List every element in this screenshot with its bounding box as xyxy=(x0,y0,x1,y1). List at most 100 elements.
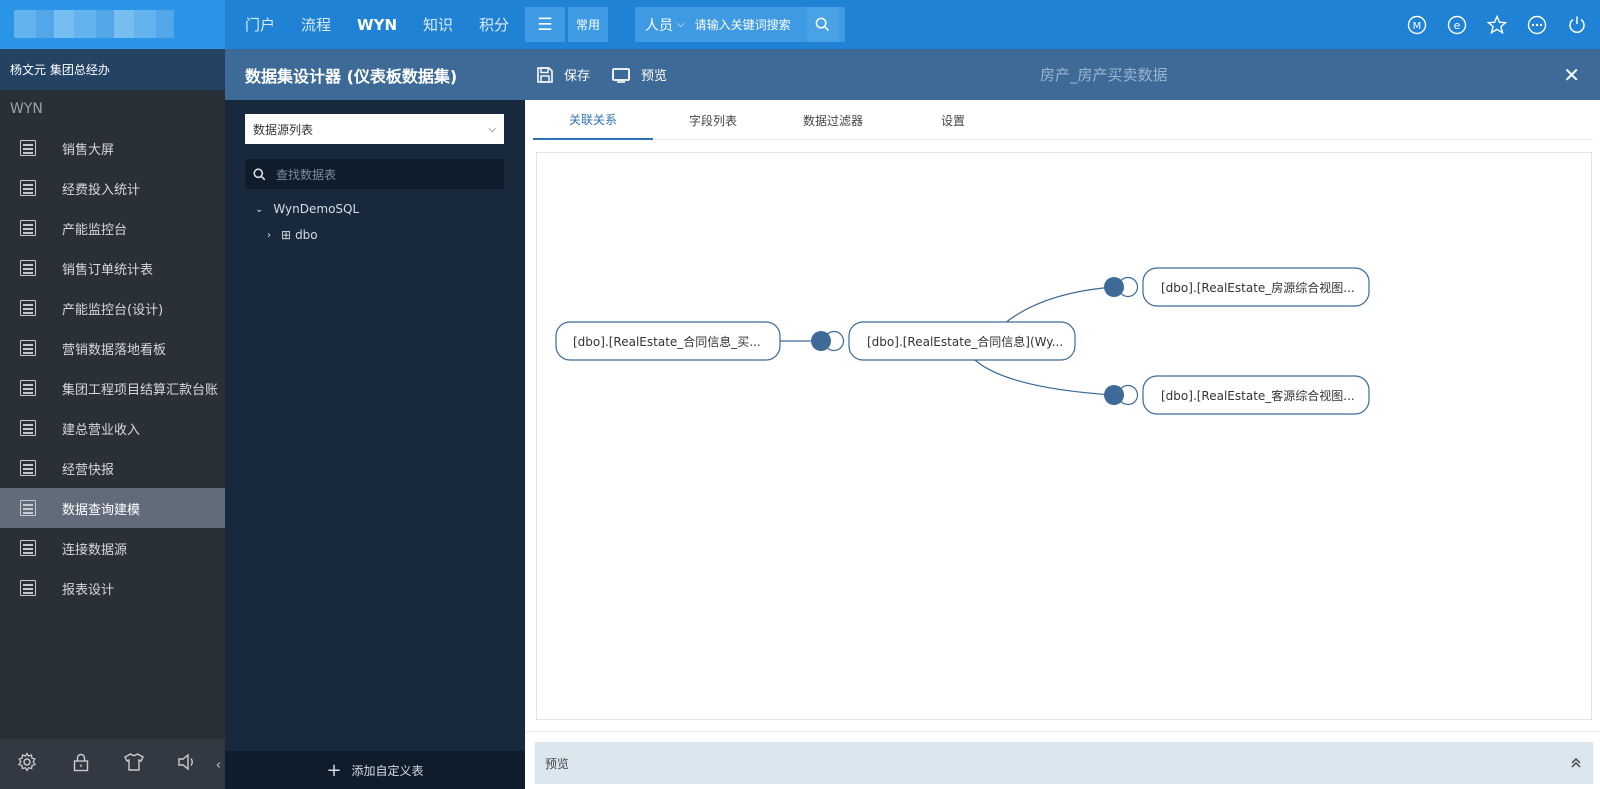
sidebar-item-sales-orders[interactable]: 销售订单统计表 xyxy=(0,248,225,288)
sidebar-item-expense-stats[interactable]: 经费投入统计 xyxy=(0,168,225,208)
designer-title: 数据集设计器 (仪表板数据集) xyxy=(245,66,458,86)
relation-canvas[interactable]: [dbo].[RealEstate_合同信息_买... [dbo].[RealE… xyxy=(536,152,1592,720)
preview-panel-label: 预览 xyxy=(545,756,570,771)
tab-data-filter[interactable]: 数据过滤器 xyxy=(773,100,893,140)
search-category-select[interactable]: 人员 ⌵ xyxy=(635,15,695,35)
search-icon xyxy=(815,17,830,32)
svg-text:e: e xyxy=(1454,19,1461,32)
sidebar-item-report-design[interactable]: 报表设计 xyxy=(0,568,225,608)
sidebar-section-title: WYN xyxy=(10,101,43,117)
add-custom-table-button[interactable]: + 添加自定义表 xyxy=(225,751,525,789)
save-button[interactable]: 保存 xyxy=(536,49,590,100)
nav-item-wyn[interactable]: WYN xyxy=(357,16,397,34)
chevron-down-icon: ⌄ xyxy=(255,203,264,215)
logo-image xyxy=(14,10,174,38)
top-bar: 门户 流程 WYN 知识 积分 ☰ 常用 人员 ⌵ 请输入关键词搜索 M e xyxy=(0,0,1600,49)
search-category-label: 人员 xyxy=(645,17,673,34)
sidebar-item-data-modeling[interactable]: 数据查询建模 xyxy=(0,488,225,528)
collapse-sidebar-icon[interactable]: ‹ xyxy=(216,758,221,773)
document-icon xyxy=(20,420,36,436)
close-icon: ✕ xyxy=(1563,62,1580,87)
logo[interactable] xyxy=(0,0,225,49)
lock-icon[interactable] xyxy=(69,752,93,777)
chevron-right-icon: › xyxy=(267,229,271,241)
m-circle-icon[interactable]: M xyxy=(1406,14,1428,36)
nav-item-knowledge[interactable]: 知识 xyxy=(423,14,453,35)
join-indicator[interactable] xyxy=(1104,276,1139,298)
datasource-tree: ⌄ WynDemoSQL › ⊞ dbo xyxy=(255,196,359,248)
table-grid-icon: ⊞ xyxy=(281,228,292,242)
hamburger-icon: ☰ xyxy=(537,14,553,35)
close-button[interactable]: ✕ xyxy=(1563,49,1580,100)
search-button[interactable] xyxy=(806,7,839,42)
sidebar-item-connect-datasource[interactable]: 连接数据源 xyxy=(0,528,225,568)
document-icon xyxy=(20,140,36,156)
search-input[interactable]: 请输入关键词搜索 xyxy=(695,16,807,33)
document-icon xyxy=(20,540,36,556)
more-circle-icon[interactable] xyxy=(1526,14,1548,36)
datasource-panel: 数据源列表 ⌵ 查找数据表 ⌄ WynDemoSQL › ⊞ dbo + 添加自… xyxy=(225,100,525,789)
sidebar-item-capacity-monitor-design[interactable]: 产能监控台(设计) xyxy=(0,288,225,328)
sidebar-item-label: 报表设计 xyxy=(62,582,115,598)
power-icon[interactable] xyxy=(1566,14,1588,36)
nav-item-portal[interactable]: 门户 xyxy=(245,14,275,35)
designer-header: 数据集设计器 (仪表板数据集) 保存 预览 房产_房产买卖数据 ✕ xyxy=(225,49,1600,100)
sidebar-item-label: 产能监控台 xyxy=(62,222,128,238)
datasource-select[interactable]: 数据源列表 ⌵ xyxy=(245,114,504,144)
table-node[interactable]: [dbo].[RealEstate_房源综合视图... xyxy=(1142,267,1370,307)
add-custom-table-label: 添加自定义表 xyxy=(351,763,424,778)
relation-diagram: [dbo].[RealEstate_合同信息_买... [dbo].[RealE… xyxy=(555,267,1370,415)
sidebar-item-business-report[interactable]: 经营快报 xyxy=(0,448,225,488)
sidebar-item-label: 产能监控台(设计) xyxy=(62,302,164,318)
sidebar-item-label: 经费投入统计 xyxy=(62,182,141,198)
document-icon xyxy=(20,300,36,316)
tab-settings[interactable]: 设置 xyxy=(893,100,1013,140)
tree-node-label: WynDemoSQL xyxy=(273,202,360,216)
gear-icon[interactable] xyxy=(15,751,39,777)
table-node[interactable]: [dbo].[RealEstate_客源综合视图... xyxy=(1142,375,1370,415)
tree-node-root[interactable]: ⌄ WynDemoSQL xyxy=(255,196,359,222)
document-icon xyxy=(20,460,36,476)
sidebar-item-capacity-monitor[interactable]: 产能监控台 xyxy=(0,208,225,248)
double-chevron-up-icon[interactable] xyxy=(1569,756,1583,770)
table-node[interactable]: [dbo].[RealEstate_合同信息_买... xyxy=(555,321,781,361)
speaker-icon[interactable] xyxy=(176,752,200,777)
sidebar-item-project-ledger[interactable]: 集团工程项目结算汇款台账 xyxy=(0,368,225,408)
sidebar-item-sales-screen[interactable]: 销售大屏 xyxy=(0,128,225,168)
shirt-icon[interactable] xyxy=(122,752,146,777)
dataset-name-input[interactable]: 房产_房产买卖数据 xyxy=(1040,49,1168,100)
common-button[interactable]: 常用 xyxy=(568,7,608,42)
table-search-input[interactable]: 查找数据表 xyxy=(245,159,504,189)
table-node-label: [dbo].[RealEstate_合同信息_买... xyxy=(573,334,761,349)
main-panel: 关联关系 字段列表 数据过滤器 设置 [dbo].[RealEstate_合同信… xyxy=(525,100,1600,789)
sidebar-item-label: 销售大屏 xyxy=(62,142,115,158)
nav-item-points[interactable]: 积分 xyxy=(479,14,509,35)
sidebar-item-revenue[interactable]: 建总营业收入 xyxy=(0,408,225,448)
tab-field-list[interactable]: 字段列表 xyxy=(653,100,773,140)
designer-tabs: 关联关系 字段列表 数据过滤器 设置 xyxy=(533,100,1593,140)
datasource-select-label: 数据源列表 xyxy=(253,122,314,137)
table-node[interactable]: [dbo].[RealEstate_合同信息](Wy... xyxy=(848,321,1076,361)
sidebar-item-label: 连接数据源 xyxy=(62,542,128,558)
left-sidebar: 杨文元 集团总经办 WYN 销售大屏 经费投入统计 产能监控台 销售订单统计表 … xyxy=(0,49,225,789)
sidebar-item-marketing-board[interactable]: 营销数据落地看板 xyxy=(0,328,225,368)
sidebar-item-label: 销售订单统计表 xyxy=(62,262,154,278)
tree-node-schema[interactable]: › ⊞ dbo xyxy=(255,222,359,248)
nav-item-process[interactable]: 流程 xyxy=(301,14,331,35)
document-icon xyxy=(20,500,36,516)
sidebar-item-label: 建总营业收入 xyxy=(62,422,141,438)
svg-text:M: M xyxy=(1413,21,1422,32)
join-indicator[interactable] xyxy=(1104,384,1139,406)
star-icon[interactable] xyxy=(1486,14,1508,36)
table-search-placeholder: 查找数据表 xyxy=(276,167,337,182)
join-indicator[interactable] xyxy=(811,330,845,352)
e-circle-icon[interactable]: e xyxy=(1446,14,1468,36)
preview-button[interactable]: 预览 xyxy=(611,49,667,100)
tab-relations[interactable]: 关联关系 xyxy=(533,100,653,140)
document-icon xyxy=(20,340,36,356)
divider xyxy=(525,731,1600,732)
menu-button[interactable]: ☰ xyxy=(525,7,565,42)
document-icon xyxy=(20,180,36,196)
preview-panel-bar[interactable]: 预览 xyxy=(535,742,1593,784)
plus-icon: + xyxy=(326,759,342,781)
